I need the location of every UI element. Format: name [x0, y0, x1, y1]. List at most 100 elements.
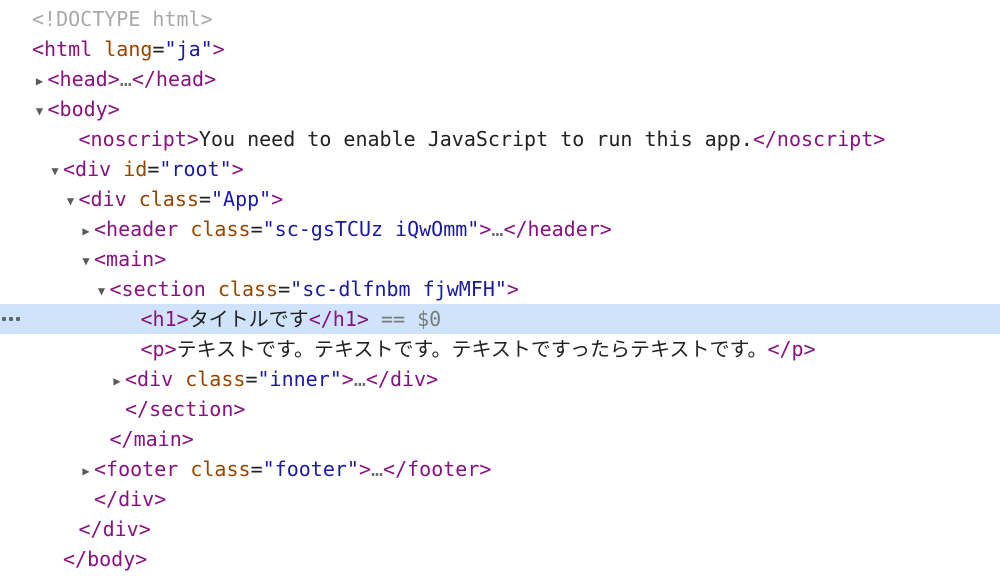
token-punct: <: [94, 217, 107, 241]
dom-node-row-section-open[interactable]: ▼ <section class="sc-dlfnbm fjwMFH">: [0, 274, 1000, 304]
twisty-placeholder-icon: [47, 546, 63, 576]
token-punct: <: [47, 97, 60, 121]
dom-node-row-main-close[interactable]: </main>: [0, 424, 1000, 454]
token-punct: >: [479, 217, 492, 241]
token-tag: noscript: [776, 127, 874, 151]
token-punct: >: [135, 547, 148, 571]
twisty-collapsed-icon[interactable]: ▶: [109, 366, 125, 396]
twisty-expanded-icon[interactable]: ▼: [63, 186, 79, 216]
dom-node-row-section-close[interactable]: </section>: [0, 394, 1000, 424]
twisty-placeholder-icon: [16, 6, 32, 36]
token-eqsel: ==: [368, 307, 418, 331]
token-punct: <: [125, 367, 138, 391]
elements-dom-tree-panel[interactable]: <!DOCTYPE html> <html lang="ja"> ▶ <head>……: [0, 0, 1000, 571]
token-punct: >: [341, 367, 354, 391]
twisty-expanded-icon[interactable]: ▼: [47, 156, 63, 186]
token-text: =: [278, 277, 291, 301]
token-attr: id: [123, 157, 148, 181]
twisty-placeholder-icon: [63, 126, 79, 156]
twisty-expanded-icon[interactable]: ▼: [94, 276, 110, 306]
token-punct: >: [204, 67, 217, 91]
dom-node-row-main-open[interactable]: ▼ <main>: [0, 244, 1000, 274]
dom-node-content: ▼ <div id="root">: [47, 154, 244, 186]
token-doctype: <!DOCTYPE html>: [32, 7, 213, 31]
dom-node-row-noscript[interactable]: <noscript>You need to enable JavaScript …: [0, 124, 1000, 154]
token-tag: div: [102, 517, 139, 541]
dom-node-row-div-inner[interactable]: ▶ <div class="inner">…</div>: [0, 364, 1000, 394]
dom-node-row-div-app[interactable]: ▼ <div class="App">: [0, 184, 1000, 214]
token-val: "sc-dlfnbm fjwMFH": [290, 277, 507, 301]
token-tag: body: [87, 547, 136, 571]
token-tag: h1: [152, 307, 177, 331]
token-ellipsis: …: [353, 367, 366, 391]
dom-node-row-p-text[interactable]: <p>テキストです。テキストです。テキストですったらテキストです。</p>: [0, 334, 1000, 364]
token-tag: h1: [332, 307, 357, 331]
token-punct: >: [271, 187, 284, 211]
token-attr: class: [138, 187, 199, 211]
token-tag: head: [59, 67, 108, 91]
ellipsis-badge-icon[interactable]: [2, 317, 20, 321]
token-punct: >: [231, 157, 244, 181]
token-punct: >: [164, 337, 177, 361]
token-punct: </: [109, 427, 134, 451]
dom-node-content: </div>: [78, 484, 166, 516]
dom-node-content: </div>: [63, 514, 151, 546]
token-punct: >: [356, 307, 369, 331]
twisty-placeholder-icon: [94, 426, 110, 456]
dom-node-row-div-app-close[interactable]: </div>: [0, 484, 1000, 514]
token-punct: <: [78, 187, 91, 211]
token-punct: </: [78, 517, 103, 541]
twisty-expanded-icon[interactable]: ▼: [78, 246, 94, 276]
dom-node-row-header-collapsed[interactable]: ▶ <header class="sc-gsTCUz iQwOmm">…</hea…: [0, 214, 1000, 244]
token-punct: >: [212, 37, 225, 61]
token-punct: >: [181, 427, 194, 451]
token-punct: </: [125, 397, 150, 421]
token-punct: >: [154, 487, 167, 511]
twisty-collapsed-icon[interactable]: ▶: [78, 216, 94, 246]
token-tag: p: [152, 337, 165, 361]
token-ellipsis: …: [491, 217, 504, 241]
dom-node-content: ▶ <footer class="footer">…</footer>: [78, 454, 491, 486]
token-tag: main: [106, 247, 155, 271]
token-punct: >: [426, 367, 439, 391]
token-val: "ja": [164, 37, 213, 61]
token-val: "App": [210, 187, 272, 211]
token-punct: </: [383, 457, 408, 481]
token-val: "sc-gsTCUz iQwOmm": [262, 217, 480, 241]
dom-node-content: ▶ <header class="sc-gsTCUz iQwOmm">…</hea…: [78, 214, 611, 246]
twisty-expanded-icon[interactable]: ▼: [32, 96, 48, 126]
twisty-collapsed-icon[interactable]: ▶: [32, 66, 48, 96]
dom-node-row-html-open[interactable]: <html lang="ja">: [0, 34, 1000, 64]
token-punct: >: [873, 127, 886, 151]
dom-node-row-h1-selected[interactable]: <h1>タイトルです</h1> == $0: [0, 304, 1000, 334]
token-tag: section: [121, 277, 206, 301]
token-tag: footer: [106, 457, 179, 481]
twisty-collapsed-icon[interactable]: ▶: [78, 456, 94, 486]
token-punct: >: [803, 337, 816, 361]
dom-node-row-doctype[interactable]: <!DOCTYPE html>: [0, 4, 1000, 34]
token-tag: p: [791, 337, 804, 361]
dom-node-content: <noscript>You need to enable JavaScript …: [63, 124, 886, 156]
dom-node-row-div-root[interactable]: ▼ <div id="root">: [0, 154, 1000, 184]
dom-node-content: <!DOCTYPE html>: [16, 4, 213, 36]
dom-node-row-footer-collapsed[interactable]: ▶ <footer class="footer">…</footer>: [0, 454, 1000, 484]
token-tag: main: [133, 427, 182, 451]
dom-node-row-head-collapsed[interactable]: ▶ <head>…</head>: [0, 64, 1000, 94]
token-eqsel: $0: [417, 307, 442, 331]
token-punct: >: [479, 457, 492, 481]
token-ellipsis: …: [370, 457, 384, 481]
token-punct: >: [506, 277, 519, 301]
token-punct: </: [94, 487, 119, 511]
token-punct: </: [63, 547, 88, 571]
dom-node-row-div-root-close[interactable]: </div>: [0, 514, 1000, 544]
token-attr: class: [217, 277, 279, 301]
dom-node-row-body-close-partial[interactable]: </body>: [0, 544, 1000, 574]
token-punct: >: [186, 127, 199, 151]
token-val: "inner": [257, 367, 342, 391]
dom-node-content: <h1>タイトルです</h1> == $0: [125, 304, 442, 336]
dom-node-row-body-open[interactable]: ▼ <body>: [0, 94, 1000, 124]
token-tag: footer: [407, 457, 480, 481]
twisty-placeholder-icon: [125, 336, 141, 366]
